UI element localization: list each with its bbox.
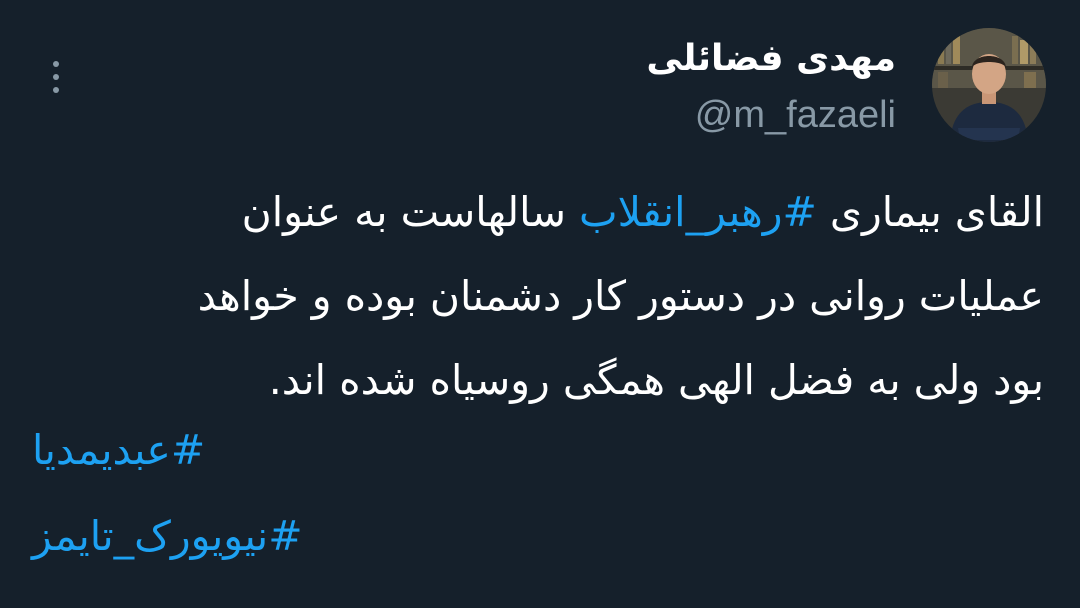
hashtag-link[interactable]: #عبدیمدیا bbox=[32, 420, 205, 480]
more-vertical-icon bbox=[53, 74, 59, 80]
author-handle[interactable]: @m_fazaeli bbox=[695, 92, 896, 138]
tweet-text-segment: القای بیماری bbox=[816, 188, 1044, 236]
tweet-line: القای بیماری #رهبر_انقلاب سالهاست به عنو… bbox=[34, 170, 1044, 254]
more-options-button[interactable] bbox=[40, 58, 72, 96]
user-photo-avatar bbox=[932, 28, 1046, 142]
author-display-name[interactable]: مهدی فضائلی bbox=[646, 34, 896, 84]
tweet-card: مهدی فضائلی @m_fazaeli القای بیماری #رهب… bbox=[0, 0, 1080, 608]
tweet-text: القای بیماری #رهبر_انقلاب سالهاست به عنو… bbox=[34, 170, 1044, 422]
avatar[interactable] bbox=[932, 28, 1046, 142]
more-vertical-icon bbox=[53, 61, 59, 67]
more-vertical-icon bbox=[53, 87, 59, 93]
tweet-line: بود ولی به فضل الهی همگی روسیاه شده اند. bbox=[268, 356, 1044, 404]
hashtag-link[interactable]: #رهبر_انقلاب bbox=[579, 188, 817, 236]
tweet-text-segment: سالهاست به عنوان bbox=[241, 188, 579, 236]
tweet-line: عملیات روانی در دستور کار دشمنان بوده و … bbox=[197, 272, 1044, 320]
hashtag-link[interactable]: #نیویورک_تایمز bbox=[32, 506, 303, 566]
